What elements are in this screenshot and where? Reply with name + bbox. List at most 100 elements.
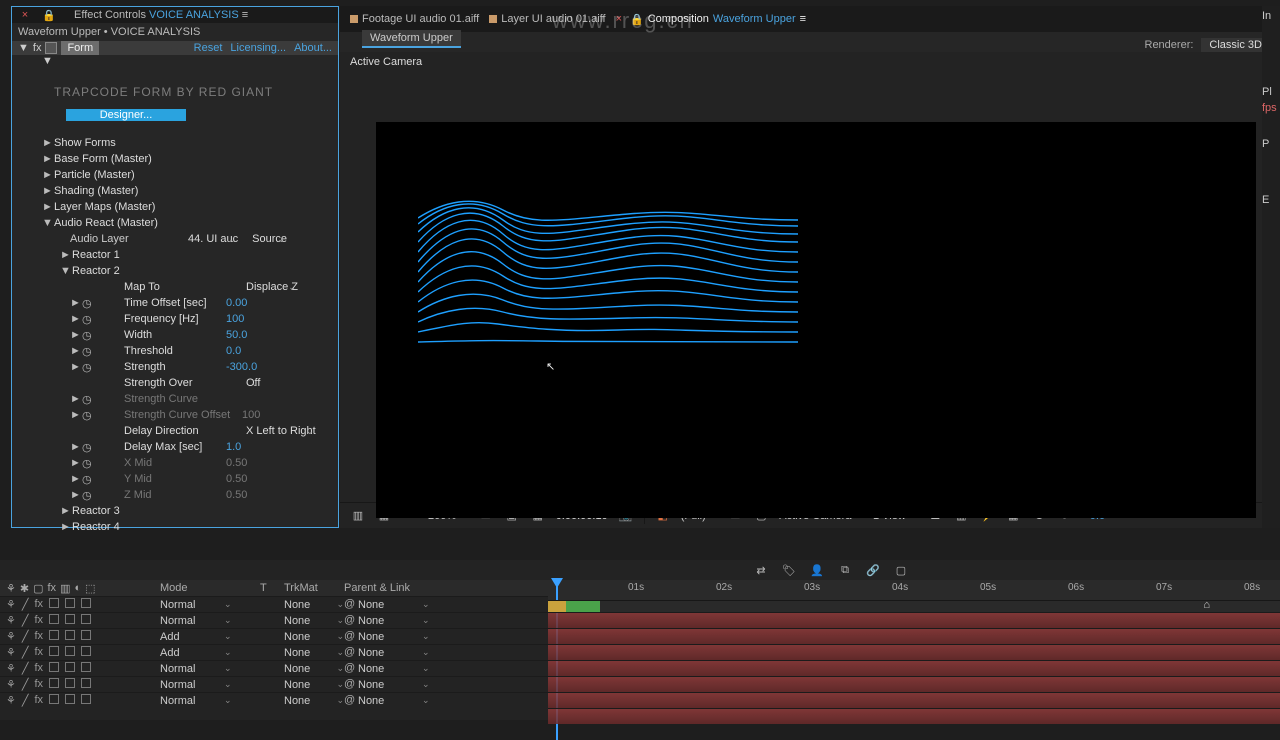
layer-row[interactable]: ⚘ ╱ fx Normal⌄ None⌄ @ None⌄ — [0, 612, 548, 628]
shy-icon[interactable]: ⚘ — [6, 678, 16, 691]
3d-icon[interactable] — [81, 662, 91, 672]
trkmat-dropdown[interactable]: None⌄ — [284, 663, 344, 675]
fx-icon[interactable]: fx — [35, 694, 44, 707]
layer-track[interactable] — [548, 628, 1280, 644]
quality-icon[interactable]: ╱ — [22, 646, 29, 659]
3d-icon[interactable] — [81, 646, 91, 656]
reactor-2[interactable]: ▼Reactor 2 — [60, 263, 338, 279]
twirl-icon[interactable]: ▼ — [18, 42, 29, 54]
pickwhip-icon[interactable]: @ — [344, 598, 358, 612]
twirl-icon[interactable]: ► — [70, 489, 78, 501]
shy-icon[interactable]: ⚘ — [6, 614, 16, 627]
audio-layer-dropdown[interactable]: 44. UI auc⌄ — [184, 233, 242, 245]
parent-dropdown[interactable]: None⌄ — [358, 679, 448, 691]
mb-icon[interactable] — [49, 598, 59, 608]
mb-icon[interactable]: ▥ — [60, 582, 70, 595]
3d-icon[interactable] — [81, 694, 91, 704]
parent-dropdown[interactable]: None⌄ — [358, 615, 448, 627]
effect-controls-tab[interactable]: Effect Controls VOICE ANALYSIS ≡ — [66, 7, 256, 23]
prop-value[interactable]: 0.50 — [226, 473, 247, 485]
comp-mini-tab[interactable]: Waveform Upper — [340, 32, 1280, 52]
timeline-ruler-area[interactable]: 01s02s03s04s05s06s07s08s ⌂ — [548, 580, 1280, 712]
parent-dropdown[interactable]: None⌄ — [358, 663, 448, 675]
tag-icon[interactable]: 🏷 — [780, 561, 798, 579]
mode-dropdown[interactable]: Normal⌄ — [160, 679, 260, 691]
prop-value[interactable]: 0.0 — [226, 345, 241, 357]
adj-icon[interactable] — [65, 678, 75, 688]
mode-dropdown[interactable]: Normal⌄ — [160, 615, 260, 627]
trkmat-dropdown[interactable]: None⌄ — [284, 615, 344, 627]
trkmat-dropdown[interactable]: None⌄ — [284, 647, 344, 659]
group-particle[interactable]: ►Particle (Master) — [42, 167, 338, 183]
group-layer-maps[interactable]: ►Layer Maps (Master) — [42, 199, 338, 215]
twirl-icon[interactable]: ► — [70, 409, 78, 421]
twirl-icon[interactable]: ► — [70, 457, 78, 469]
group-base-form[interactable]: ►Base Form (Master) — [42, 151, 338, 167]
twirl-icon[interactable]: ► — [70, 345, 78, 357]
map-to-dropdown[interactable]: Displace Z⌄ — [242, 281, 302, 293]
stopwatch-icon[interactable]: ◷ — [82, 457, 92, 467]
reactor-3[interactable]: ►Reactor 3 — [60, 503, 338, 519]
mb-icon[interactable] — [49, 694, 59, 704]
renderer-select[interactable]: Renderer: Classic 3D — [1145, 38, 1271, 52]
layer-row[interactable]: ⚘ ╱ fx Normal⌄ None⌄ @ None⌄ — [0, 676, 548, 692]
mb-icon[interactable] — [49, 614, 59, 624]
filter-icon[interactable]: ⇄ — [752, 561, 770, 579]
mode-dropdown[interactable]: Normal⌄ — [160, 695, 260, 707]
layer-track[interactable] — [548, 676, 1280, 692]
3d-icon[interactable] — [81, 678, 91, 688]
layer-track[interactable] — [548, 708, 1280, 724]
copy-icon[interactable]: ⧉ — [836, 561, 854, 579]
twirl-icon[interactable]: ► — [70, 297, 78, 309]
mask-icon[interactable]: ▥ — [350, 508, 366, 524]
fx-toggle-icon[interactable]: fx — [33, 42, 42, 54]
layer-row[interactable]: ⚘ ╱ fx Add⌄ None⌄ @ None⌄ — [0, 628, 548, 644]
pickwhip-icon[interactable]: @ — [344, 614, 358, 628]
adj-icon[interactable] — [65, 598, 75, 608]
prop-value[interactable]: 100 — [226, 313, 244, 325]
prop-value[interactable]: 0.00 — [226, 297, 247, 309]
mb-icon[interactable] — [49, 662, 59, 672]
stopwatch-icon[interactable]: ◷ — [82, 361, 92, 371]
mode-dropdown[interactable]: Add⌄ — [160, 631, 260, 643]
quality-icon[interactable]: ╱ — [22, 662, 29, 675]
twirl-icon[interactable]: ► — [70, 473, 78, 485]
layer-track[interactable] — [548, 660, 1280, 676]
fx-icon[interactable]: fx — [35, 646, 44, 659]
twirl-icon[interactable]: ► — [70, 361, 78, 373]
adj-icon[interactable] — [65, 630, 75, 640]
lock-icon[interactable]: 🔒 — [42, 8, 56, 22]
solo-icon[interactable]: ▢ — [33, 582, 43, 595]
av-icon[interactable]: ✱ — [20, 582, 29, 595]
shy-icon[interactable]: ⚘ — [6, 694, 16, 707]
box-icon[interactable]: ▢ — [892, 561, 910, 579]
stopwatch-icon[interactable]: ◷ — [82, 345, 92, 355]
reactor-4[interactable]: ►Reactor 4 — [60, 519, 338, 535]
mode-dropdown[interactable]: Normal⌄ — [160, 599, 260, 611]
viewport[interactable]: ↖ — [340, 72, 1280, 502]
reactor-1[interactable]: ►Reactor 1 — [60, 247, 338, 263]
stopwatch-icon[interactable]: ◷ — [82, 473, 92, 483]
stopwatch-icon[interactable]: ◷ — [82, 313, 92, 323]
stopwatch-icon[interactable]: ◷ — [82, 409, 92, 419]
trkmat-dropdown[interactable]: None⌄ — [284, 695, 344, 707]
adj-icon[interactable] — [65, 662, 75, 672]
group-show-forms[interactable]: ►Show Forms — [42, 135, 338, 151]
parent-dropdown[interactable]: None⌄ — [358, 631, 448, 643]
person-icon[interactable]: 👤 — [808, 561, 826, 579]
prop-value[interactable]: 0.50 — [226, 489, 247, 501]
layer-row[interactable]: ⚘ ╱ fx Normal⌄ None⌄ @ None⌄ — [0, 596, 548, 612]
adj-icon[interactable] — [65, 694, 75, 704]
pickwhip-icon[interactable]: @ — [344, 646, 358, 660]
prop-value[interactable]: -300.0 — [226, 361, 257, 373]
stopwatch-icon[interactable]: ◷ — [82, 393, 92, 403]
adj-icon[interactable]: ◐ — [74, 582, 81, 595]
layer-row[interactable]: ⚘ ╱ fx Normal⌄ None⌄ @ None⌄ — [0, 692, 548, 708]
adj-icon[interactable] — [65, 614, 75, 624]
pickwhip-icon[interactable]: @ — [344, 678, 358, 692]
stopwatch-icon[interactable]: ◷ — [82, 329, 92, 339]
group-audio-react[interactable]: ▼Audio React (Master) — [42, 215, 338, 231]
fx-cube-icon[interactable] — [45, 42, 57, 54]
shy-icon[interactable]: ⚘ — [6, 662, 16, 675]
trkmat-dropdown[interactable]: None⌄ — [284, 679, 344, 691]
